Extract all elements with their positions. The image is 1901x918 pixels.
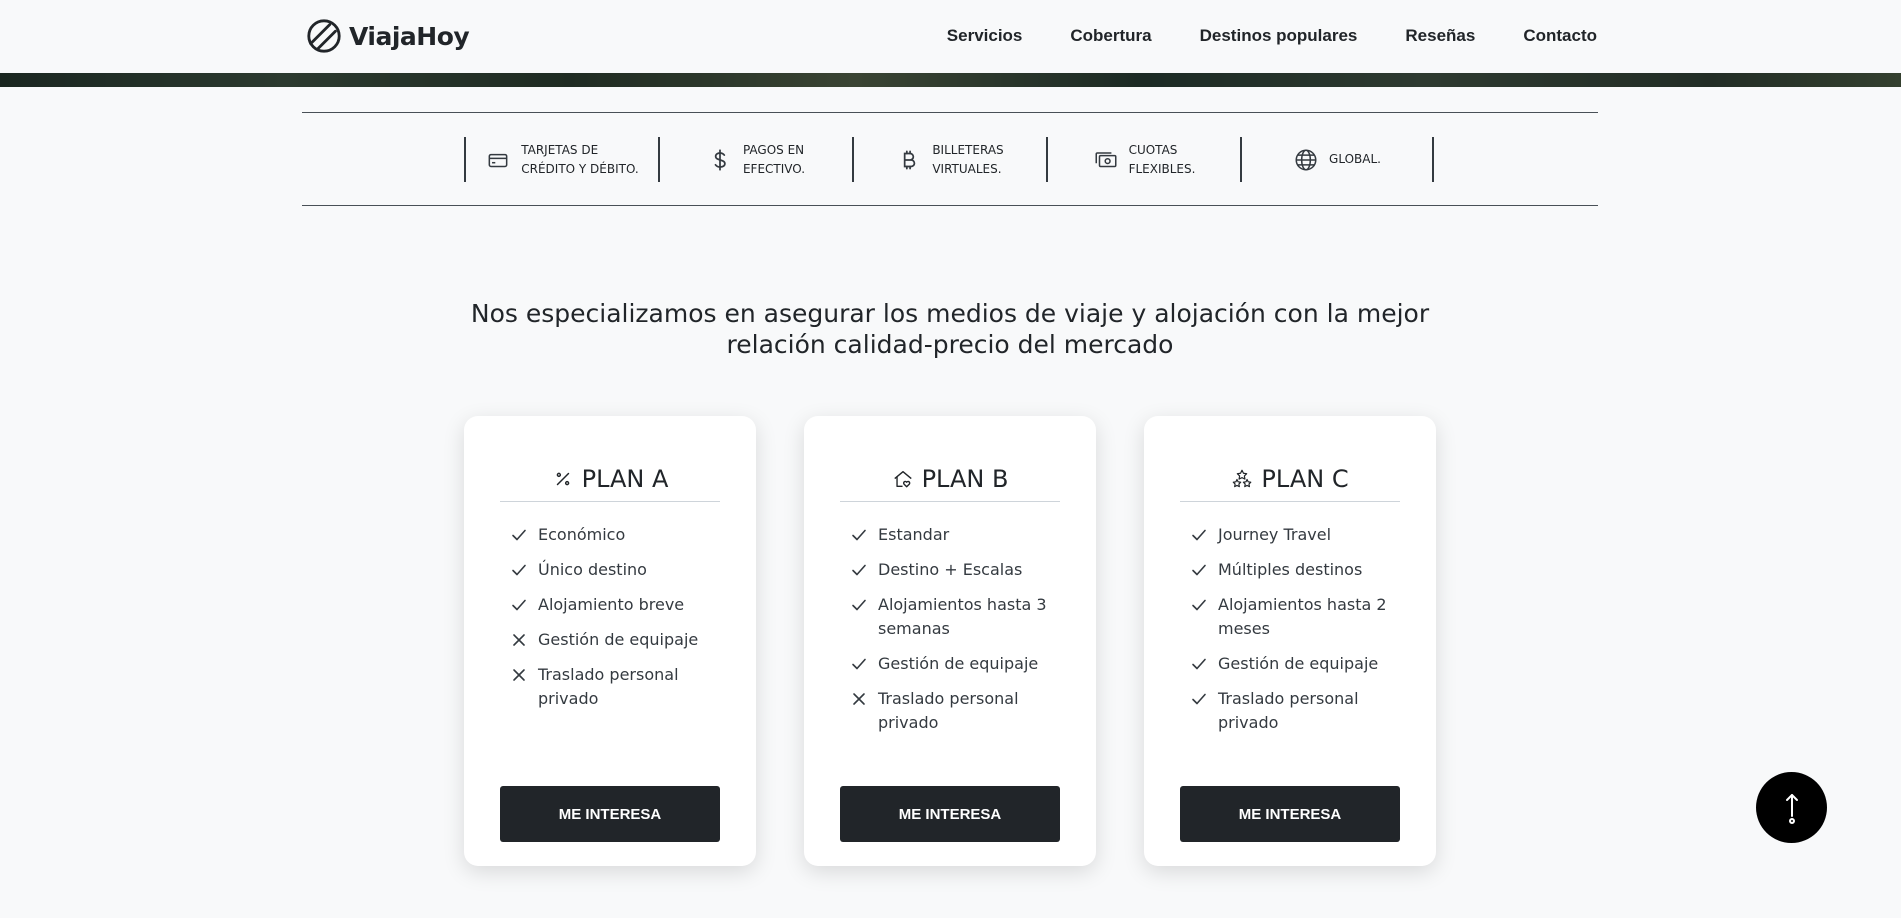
check-icon [1190,526,1208,544]
payment-item-cash: PAGOS EN EFECTIVO. [658,137,852,182]
plan-feature-item: Gestión de equipaje [510,628,720,652]
plan-feature-text: Único destino [538,560,647,579]
payment-item-installments: CUOTAS FLEXIBLES. [1046,137,1240,182]
plan-feature-item: Gestión de equipaje [1190,652,1400,676]
plan-features: Journey Travel Múltiples destinos Alojamie… [1190,523,1400,746]
check-icon [850,596,868,614]
dollar-icon [714,148,726,171]
plan-feature-item: Múltiples destinos [1190,558,1400,582]
check-icon [1190,655,1208,673]
globe-icon [1295,148,1317,171]
plan-card-b: PLAN B Estandar Destino + Escalas Alojamie… [804,416,1096,866]
payment-label-global: GLOBAL. [1329,152,1381,166]
check-icon [1190,690,1208,708]
payment-label-wallets: BILLETERAS VIRTUALES. [932,142,1004,176]
credit-card-icon [488,153,508,167]
navbar: ViajaHoy Servicios Cobertura Destinos po… [0,0,1901,73]
check-icon [1190,596,1208,614]
plan-feature-text: Alojamientos hasta 2 meses [1218,595,1387,638]
x-icon [850,690,868,708]
plan-card-c: PLAN C Journey Travel Múltiples destinos A… [1144,416,1436,866]
bitcoin-icon [904,149,916,170]
payment-methods-row: TARJETAS DE CRÉDITO Y DÉBITO. PAGOS EN E… [464,137,1434,182]
plan-feature-text: Traslado personal privado [1218,689,1359,732]
plan-feature-text: Alojamiento breve [538,595,685,614]
plan-feature-text: Traslado personal privado [878,689,1019,732]
plan-feature-item: Gestión de equipaje [850,652,1060,676]
plan-feature-item: Alojamientos hasta 2 meses [1190,593,1400,641]
plan-feature-item: Único destino [510,558,720,582]
plan-feature-item: Traslado personal privado [510,663,720,711]
cash-stack-icon [1095,151,1117,167]
me-interesa-button[interactable]: ME INTERESA [500,786,720,842]
check-icon [510,526,528,544]
plan-feature-text: Gestión de equipaje [538,630,699,649]
check-icon [850,561,868,579]
plan-feature-item: Económico [510,523,720,547]
plan-feature-text: Gestión de equipaje [1218,654,1379,673]
brand-name: ViajaHoy [349,21,470,51]
plan-feature-text: Journey Travel [1218,525,1332,544]
nav-link-cobertura[interactable]: Cobertura [1070,26,1151,46]
check-icon [850,655,868,673]
plan-feature-item: Alojamiento breve [510,593,720,617]
percent-icon [556,472,569,485]
x-icon [510,666,528,684]
plan-feature-text: Alojamientos hasta 3 semanas [878,595,1047,638]
stars-icon [1233,469,1252,487]
house-heart-icon [893,470,912,487]
x-icon [510,631,528,649]
payment-item-global: GLOBAL. [1240,137,1434,182]
plan-card-header: PLAN B [840,456,1060,502]
plan-card-header: PLAN A [500,456,720,502]
section-headline: Nos especializamos en asegurar los medio… [470,299,1430,359]
plan-card-a: PLAN A Económico Único destino Alojamiento… [464,416,756,866]
check-icon [510,596,528,614]
nav-links: Servicios Cobertura Destinos populares R… [947,0,1597,71]
plan-feature-item: Traslado personal privado [1190,687,1400,735]
plan-feature-text: Económico [538,525,626,544]
payment-methods: TARJETAS DE CRÉDITO Y DÉBITO. PAGOS EN E… [302,112,1598,206]
plan-title: PLAN C [1261,464,1349,493]
check-icon [850,526,868,544]
me-interesa-button[interactable]: ME INTERESA [1180,786,1400,842]
plan-title: PLAN A [581,464,669,493]
plan-feature-item: Estandar [850,523,1060,547]
plan-feature-item: Journey Travel [1190,523,1400,547]
plan-feature-item: Traslado personal privado [850,687,1060,735]
plan-feature-text: Traslado personal privado [538,665,679,708]
plan-feature-item: Alojamientos hasta 3 semanas [850,593,1060,641]
brand-link[interactable]: ViajaHoy [305,16,470,56]
plan-feature-text: Gestión de equipaje [878,654,1039,673]
payment-item-wallets: BILLETERAS VIRTUALES. [852,137,1046,182]
plan-feature-item: Destino + Escalas [850,558,1060,582]
circle-slash-logo-icon [307,19,341,53]
nav-link-resenas[interactable]: Reseñas [1405,26,1475,46]
plan-feature-text: Estandar [878,525,950,544]
arrow-up-icon [1785,793,1798,824]
plan-feature-text: Múltiples destinos [1218,560,1363,579]
me-interesa-button[interactable]: ME INTERESA [840,786,1060,842]
plan-card-header: PLAN C [1180,456,1400,502]
payment-item-cards: TARJETAS DE CRÉDITO Y DÉBITO. [464,137,658,182]
payment-label-cash: PAGOS EN EFECTIVO. [742,142,806,176]
plan-features: Económico Único destino Alojamiento breve G… [510,523,720,722]
payment-label-cards: TARJETAS DE CRÉDITO Y DÉBITO. [521,142,639,176]
check-icon [1190,561,1208,579]
nav-link-contacto[interactable]: Contacto [1523,26,1597,46]
plan-title: PLAN B [921,464,1009,493]
nav-link-destinos-populares[interactable]: Destinos populares [1200,26,1358,46]
back-to-top-button[interactable] [1756,772,1827,843]
plan-features: Estandar Destino + Escalas Alojamientos ha… [850,523,1060,746]
plan-feature-text: Destino + Escalas [878,560,1023,579]
hero-image-edge [0,73,1901,87]
payment-label-installments: CUOTAS FLEXIBLES. [1128,142,1196,176]
check-icon [510,561,528,579]
nav-link-servicios[interactable]: Servicios [947,26,1023,46]
